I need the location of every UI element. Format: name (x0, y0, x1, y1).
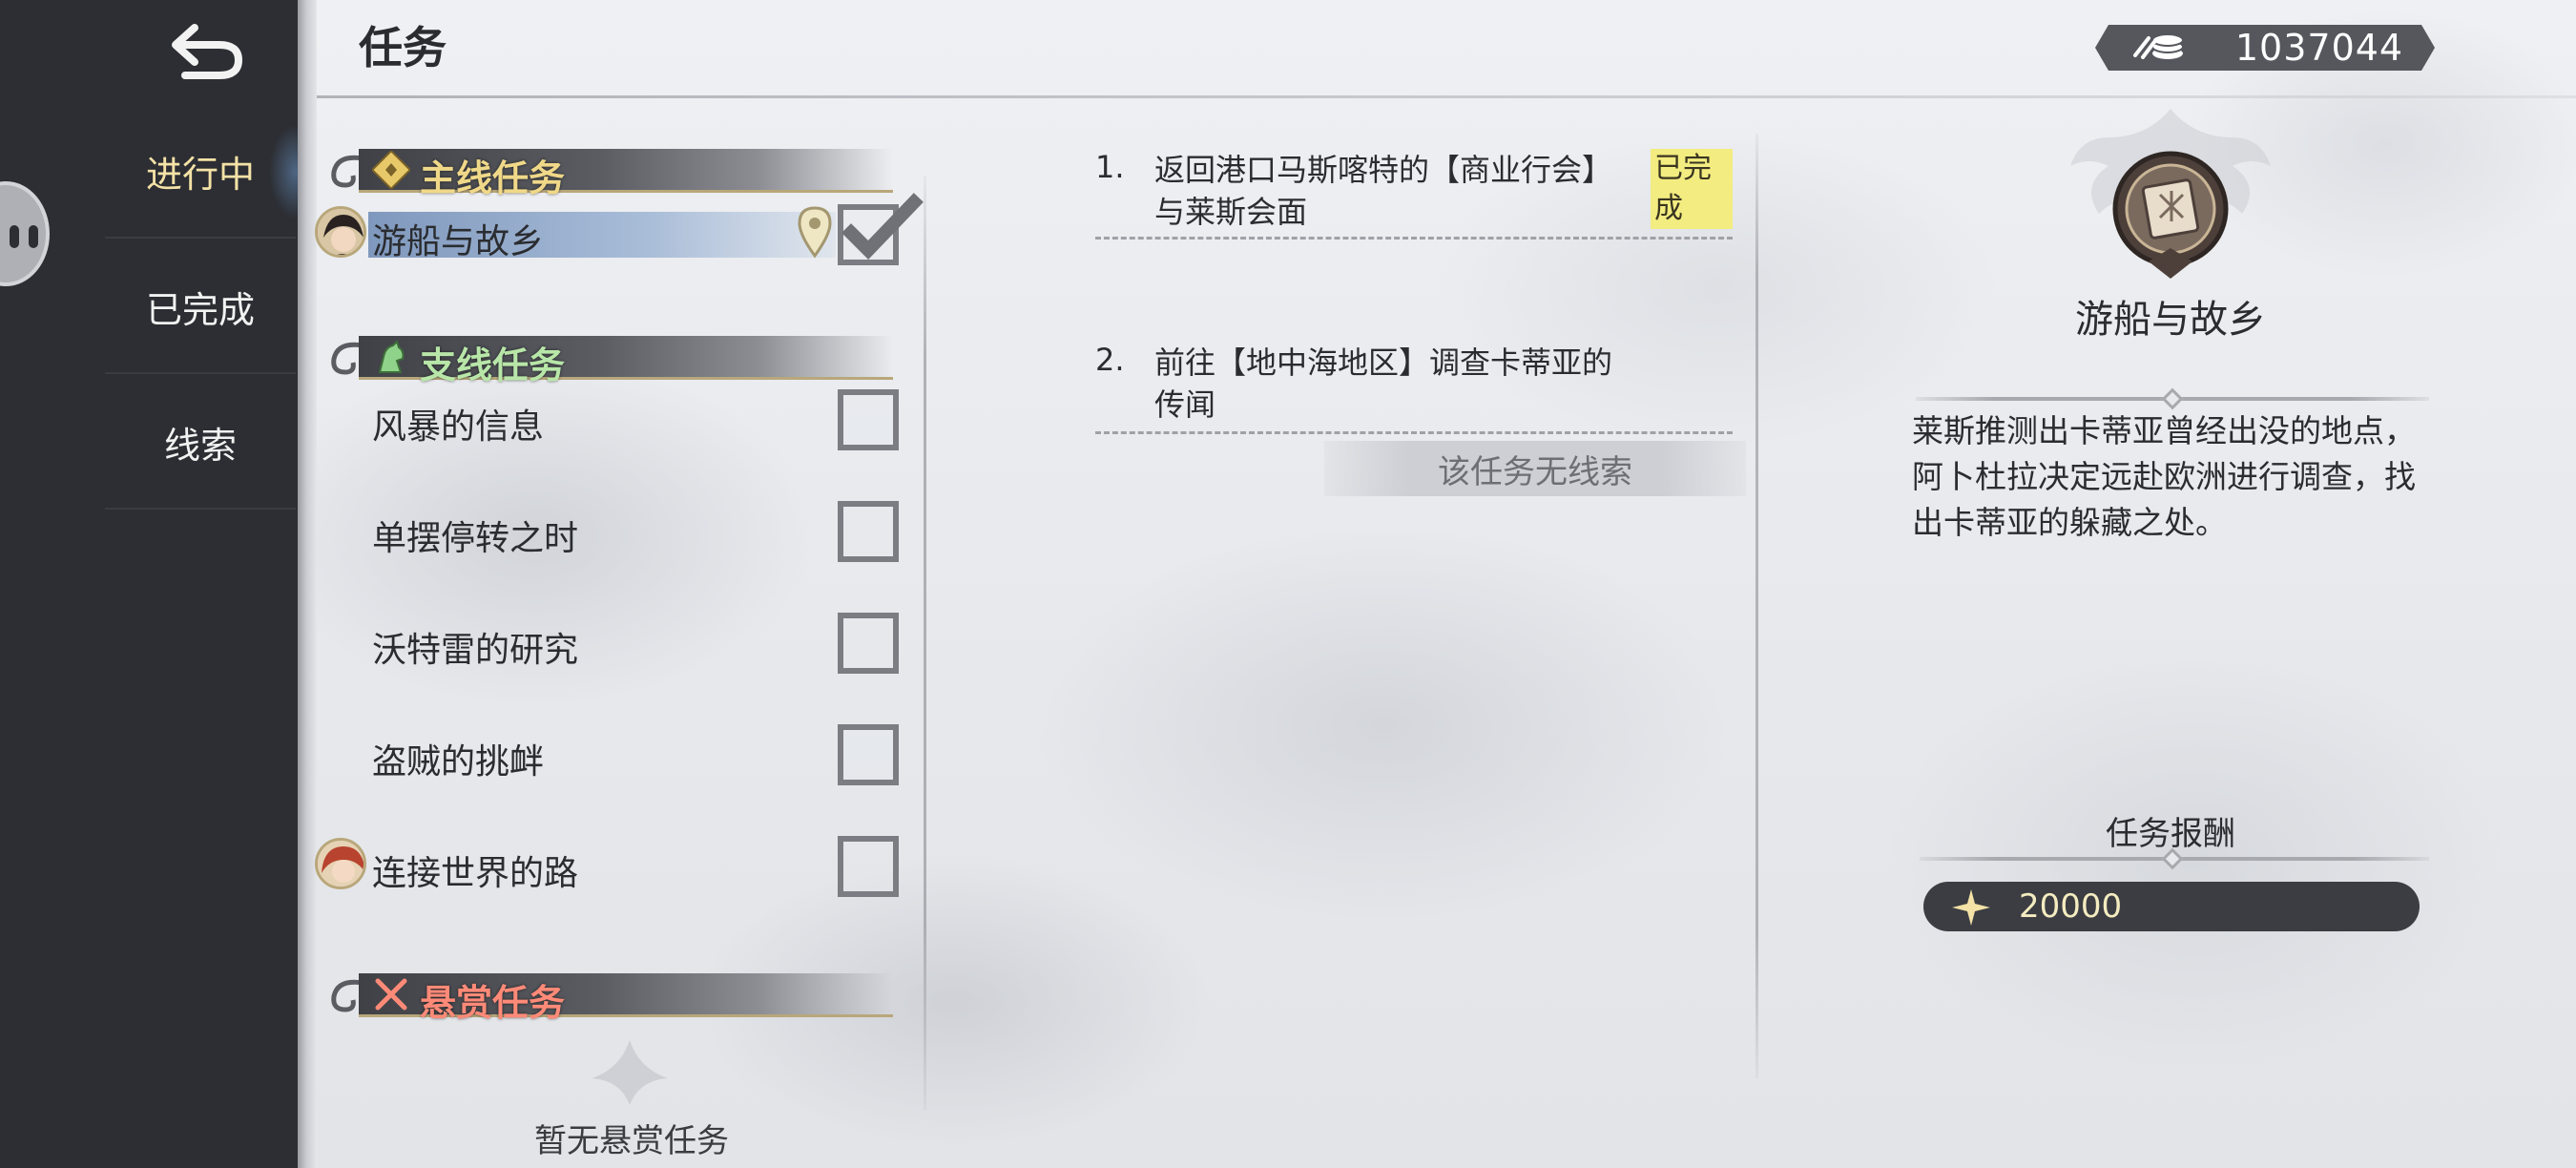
sparkle-icon (1952, 889, 1990, 926)
quest-name: 风暴的信息 (372, 407, 545, 447)
fleur-ornament-icon (592, 1040, 668, 1105)
objective-line: 返回港口马斯喀特的【商业行会】 (1154, 152, 1613, 188)
quest-row-side-3[interactable]: 沃特雷的研究 (315, 605, 918, 681)
reward-item: 20000 (1923, 882, 2420, 931)
quest-row-side-4[interactable]: 盗贼的挑衅 (315, 717, 918, 793)
nav-completed-label: 已完成 (145, 288, 255, 331)
objective-separator (1095, 431, 1733, 434)
quest-tracked-checkbox[interactable] (838, 836, 899, 897)
mascot-eye (10, 225, 19, 248)
nav-clues[interactable]: 线索 (105, 376, 296, 510)
location-pin-icon[interactable] (796, 206, 834, 260)
header-divider (317, 95, 2576, 98)
side-quest-header: 支线任务 (324, 332, 906, 386)
coin-stack-icon (2133, 33, 2184, 59)
quest-emblem-icon (2112, 151, 2229, 279)
quest-tracked-checkbox[interactable] (838, 389, 899, 450)
quest-name: 盗贼的挑衅 (372, 742, 545, 782)
reward-title: 任务报酬 (2106, 815, 2235, 853)
objective-number: 1. (1095, 149, 1125, 185)
nav-in-progress-label: 进行中 (145, 153, 255, 196)
avatar-portrait-icon (318, 209, 364, 255)
description-line: 出卡蒂亚的躲藏之处。 (1912, 504, 2227, 541)
quest-row-side-5[interactable]: 连接世界的路 (315, 828, 918, 905)
completed-tag: 已完成 (1651, 149, 1733, 229)
nav-completed[interactable]: 已完成 (105, 240, 296, 374)
mascot-eye (29, 225, 38, 248)
nav-in-progress[interactable]: 进行中 (105, 105, 296, 239)
objective-separator (1095, 237, 1733, 240)
main-quest-label: 主线任务 (420, 157, 566, 199)
description-line: 阿卜杜拉决定远赴欧洲进行调查，找 (1912, 458, 2416, 495)
sidebar: 进行中 已完成 线索 (0, 0, 315, 1168)
character-avatar (315, 838, 366, 889)
side-quest-label: 支线任务 (420, 344, 566, 386)
objective-line: 与莱斯会面 (1154, 194, 1308, 230)
objective-line: 传闻 (1154, 386, 1216, 423)
bounty-quest-label: 悬赏任务 (420, 982, 566, 1024)
quest-name: 沃特雷的研究 (372, 631, 579, 670)
description-line: 莱斯推测出卡蒂亚曾经出没的地点， (1912, 412, 2416, 449)
quest-name: 单摆停转之时 (372, 519, 579, 558)
crossed-swords-icon (375, 978, 407, 1011)
nav-clues-label: 线索 (163, 424, 237, 467)
sidebar-edge (298, 0, 317, 1168)
quest-row-main-1[interactable]: 游船与故乡 (315, 193, 924, 273)
avatar-portrait-icon (318, 841, 364, 886)
detail-divider (1755, 134, 1758, 1078)
quest-row-side-2[interactable]: 单摆停转之时 (315, 493, 918, 570)
back-button[interactable] (162, 17, 250, 86)
detail-description: 莱斯推测出卡蒂亚曾经出没的地点， 阿卜杜拉决定远赴欧洲进行调查，找 出卡蒂亚的躲… (1912, 408, 2446, 546)
side-quest-knight-icon (378, 340, 405, 373)
objective-text: 前往【地中海地区】调查卡蒂亚的 传闻 (1154, 342, 1689, 426)
checkmark-icon (841, 193, 924, 261)
bounty-quest-header: 悬赏任务 (324, 970, 906, 1024)
mascot-peek-icon[interactable] (0, 181, 50, 286)
objective-number: 2. (1095, 342, 1125, 378)
quest-tracked-checkbox[interactable] (838, 501, 899, 562)
currency-display: 1037044 (2095, 25, 2435, 71)
objective-text: 返回港口马斯喀特的【商业行会】 与莱斯会面 (1154, 149, 1689, 233)
quest-tracked-checkbox[interactable] (838, 724, 899, 785)
back-arrow-icon (172, 24, 243, 79)
no-clue-button[interactable]: 该任务无线索 (1324, 441, 1746, 496)
main-quest-icon (372, 151, 410, 189)
page-title: 任务 (359, 22, 447, 73)
detail-title: 游船与故乡 (2075, 298, 2266, 342)
character-avatar (315, 206, 366, 258)
objective-line: 前往【地中海地区】调查卡蒂亚的 (1154, 344, 1613, 381)
no-bounty-text: 暂无悬赏任务 (534, 1122, 729, 1160)
reward-value: 20000 (2019, 887, 2123, 926)
quest-tracked-checkbox[interactable] (838, 613, 899, 674)
quest-name: 连接世界的路 (372, 854, 579, 893)
quest-row-side-1[interactable]: 风暴的信息 (315, 382, 918, 458)
main-quest-header: 主线任务 (324, 145, 906, 199)
list-divider (924, 176, 926, 1111)
currency-value: 1037044 (2234, 27, 2404, 69)
no-clue-label: 该任务无线索 (1438, 452, 1632, 491)
quest-name: 游船与故乡 (372, 222, 545, 261)
